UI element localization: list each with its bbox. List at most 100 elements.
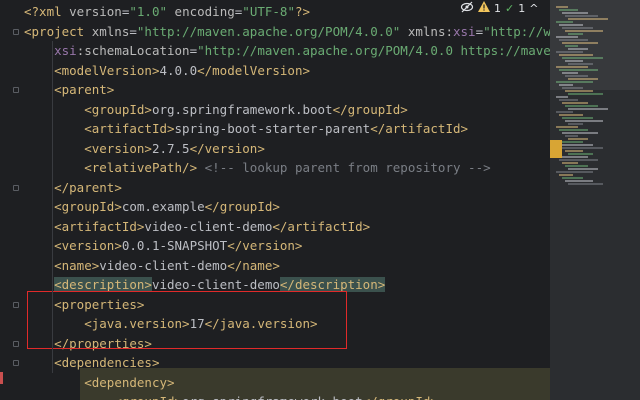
- fold-marker-icon[interactable]: [13, 340, 19, 347]
- minimap-line: [565, 165, 588, 167]
- code-token: "http://maven.apache.org/POM/4.0.0": [136, 23, 401, 39]
- code-token: encoding: [174, 4, 235, 19]
- error-marker-icon: [0, 372, 3, 384]
- code-token: "http://maven.apache.org/POM/4.0.0 https…: [197, 43, 550, 58]
- minimap-line: [565, 90, 593, 92]
- code-line[interactable]: <dependency>: [24, 373, 175, 393]
- minimap-line: [565, 150, 583, 152]
- code-token: :schemaLocation: [76, 43, 190, 58]
- minimap-viewport[interactable]: [550, 0, 640, 90]
- minimap-line: [568, 93, 603, 95]
- minimap-line: [568, 108, 608, 110]
- minimap-line: [568, 123, 583, 125]
- minimap-line: [568, 183, 603, 185]
- code-line[interactable]: <relativePath/> <!-- lookup parent from …: [24, 158, 491, 178]
- minimap-line: [562, 147, 603, 149]
- code-token: </parent>: [54, 179, 122, 195]
- code-token: <version>: [54, 238, 122, 253]
- code-token: <relativePath/>: [84, 160, 198, 175]
- minimap[interactable]: [550, 0, 640, 400]
- code-token: </description>: [279, 277, 386, 292]
- code-token: xmlns: [91, 23, 130, 39]
- code-token: "1.0": [129, 4, 168, 19]
- code-token: </version>: [189, 140, 265, 156]
- fold-marker-icon[interactable]: [13, 360, 19, 366]
- expand-icon[interactable]: ^: [529, 2, 538, 15]
- code-token: <project: [24, 23, 92, 39]
- code-token: <artifactId>: [54, 218, 145, 234]
- code-token: <!-- lookup parent from repository -->: [204, 160, 491, 175]
- minimap-line: [556, 126, 578, 128]
- warning-count: 1: [494, 1, 501, 15]
- minimap-line: [559, 129, 588, 131]
- code-line[interactable]: <artifactId>video-client-demo</artifactI…: [24, 217, 370, 237]
- minimap-line: [556, 171, 593, 173]
- minimap-warning-mark[interactable]: [550, 140, 562, 158]
- fold-marker-icon[interactable]: [13, 184, 19, 191]
- code-token: video-client-demo: [99, 257, 228, 273]
- code-token: </modelVersion>: [197, 62, 310, 78]
- code-token: <version>: [84, 140, 152, 156]
- check-icon[interactable]: ✓: [505, 2, 514, 15]
- minimap-line: [559, 114, 583, 116]
- code-line[interactable]: <groupId>com.example</groupId>: [24, 197, 280, 217]
- code-token: </name>: [227, 257, 280, 273]
- code-line[interactable]: <version>2.7.5</version>: [24, 139, 265, 159]
- fold-marker-icon[interactable]: [13, 87, 19, 93]
- code-line[interactable]: <artifactId>spring-boot-starter-parent</…: [24, 119, 468, 139]
- code-line[interactable]: <groupId>org.springframework.boot</group…: [24, 392, 438, 400]
- code-token: <name>: [54, 257, 100, 273]
- minimap-line: [562, 177, 583, 179]
- minimap-line: [556, 96, 568, 98]
- fold-marker-icon[interactable]: [13, 28, 19, 35]
- code-token: <description>: [54, 277, 152, 292]
- code-token: com.example: [121, 199, 205, 214]
- fold-marker-icon[interactable]: [13, 301, 19, 308]
- minimap-line: [568, 153, 593, 155]
- code-token: version: [69, 4, 122, 19]
- code-line[interactable]: <dependencies>: [24, 353, 159, 373]
- inspection-status[interactable]: 1 ✓ 1 ^: [460, 0, 550, 16]
- code-token: </artifactId>: [370, 121, 469, 136]
- code-token: ?>: [294, 4, 311, 19]
- code-line[interactable]: xsi:schemaLocation="http://maven.apache.…: [24, 41, 550, 61]
- editor-gutter[interactable]: [0, 0, 22, 400]
- code-editor[interactable]: <?xml version="1.0" encoding="UTF-8"?> <p…: [0, 0, 550, 400]
- code-token: spring-boot-starter-parent: [174, 121, 371, 136]
- properties-highlight-box: [27, 291, 347, 349]
- code-line[interactable]: <modelVersion>4.0.0</modelVersion>: [24, 61, 310, 81]
- minimap-line: [562, 162, 578, 164]
- code-token: =: [189, 43, 198, 58]
- minimap-line: [556, 111, 573, 113]
- code-line[interactable]: </parent>: [24, 178, 122, 198]
- code-line[interactable]: <groupId>org.springframework.boot</group…: [24, 100, 408, 120]
- code-line[interactable]: <project xmlns="http://maven.apache.org/…: [24, 22, 550, 42]
- code-token: </artifactId>: [272, 218, 371, 234]
- warning-icon[interactable]: [478, 1, 490, 15]
- code-token: org.springframework.boot: [182, 394, 363, 400]
- code-token: </groupId>: [332, 101, 408, 117]
- code-token: <dependencies>: [54, 355, 160, 370]
- code-line[interactable]: <name>video-client-demo</name>: [24, 256, 280, 276]
- code-line[interactable]: <?xml version="1.0" encoding="UTF-8"?>: [24, 2, 310, 22]
- code-token: xsi: [54, 43, 77, 58]
- minimap-line: [562, 132, 598, 134]
- code-line[interactable]: <parent>: [24, 80, 114, 100]
- minimap-line: [559, 99, 578, 101]
- code-token: <dependency>: [84, 374, 175, 390]
- code-token: 2.7.5: [151, 140, 190, 156]
- code-token: <modelVersion>: [54, 62, 160, 78]
- code-token: <groupId>: [54, 199, 122, 214]
- code-line[interactable]: <version>0.0.1-SNAPSHOT</version>: [24, 236, 302, 256]
- eye-slash-icon[interactable]: [460, 1, 474, 16]
